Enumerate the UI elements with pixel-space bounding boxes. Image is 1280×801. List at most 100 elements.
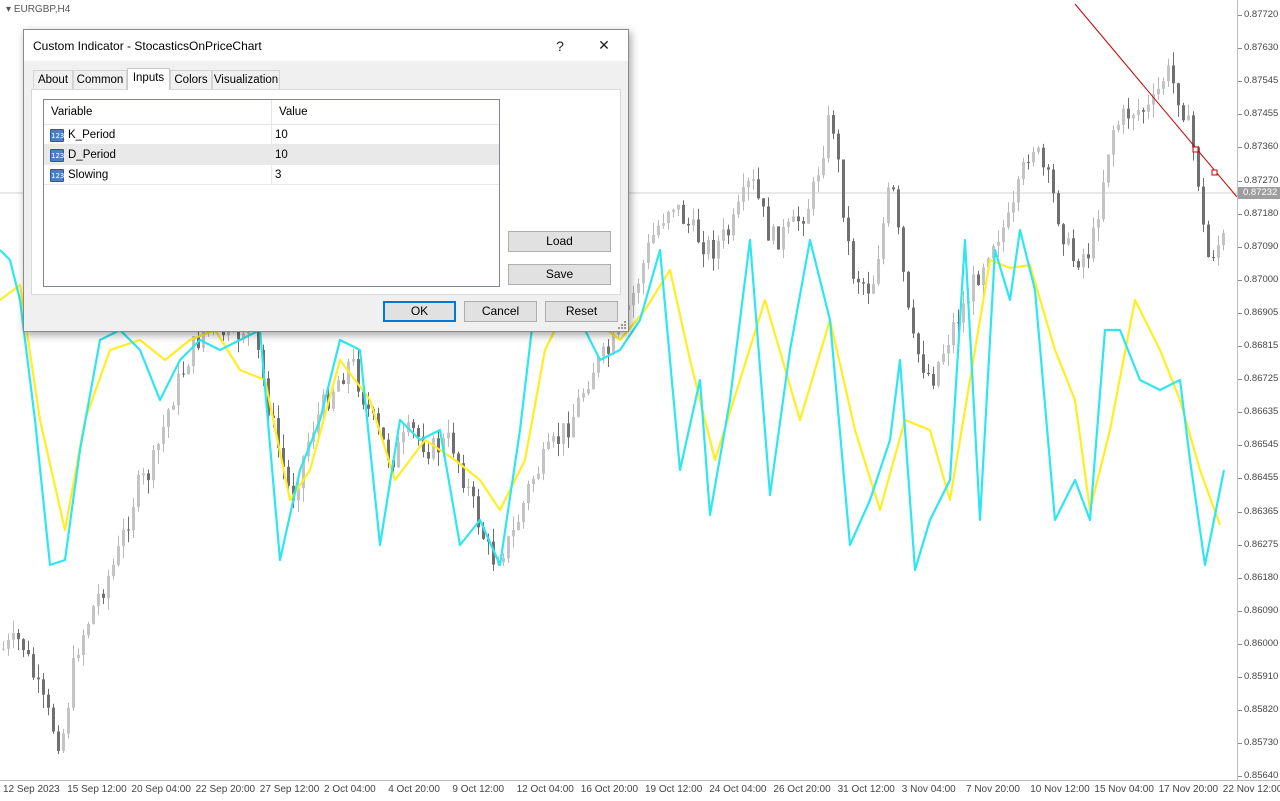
price-tick bbox=[1238, 312, 1242, 314]
candle-body bbox=[707, 239, 710, 255]
candle-body bbox=[557, 436, 560, 444]
tab-inputs[interactable]: Inputs bbox=[127, 68, 170, 90]
value-cell[interactable]: 10 bbox=[271, 125, 499, 145]
candle-body bbox=[397, 442, 400, 468]
candle-body bbox=[827, 115, 830, 159]
candle-body bbox=[897, 189, 900, 228]
input-row-d-period[interactable]: 123 D_Period 10 bbox=[44, 145, 499, 165]
time-axis[interactable]: 12 Sep 2023 15 Sep 12:00 20 Sep 04:00 22 Se… bbox=[0, 780, 1280, 801]
time-label: 26 Oct 20:00 bbox=[773, 784, 831, 795]
candle-body bbox=[862, 282, 865, 284]
price-tick bbox=[1238, 15, 1242, 16]
candle-body bbox=[22, 639, 25, 651]
input-row-k-period[interactable]: 123 K_Period 10 bbox=[44, 125, 499, 145]
value-cell[interactable]: 3 bbox=[271, 165, 499, 185]
price-label: 0.86090 bbox=[1244, 604, 1279, 616]
candle-body bbox=[912, 307, 915, 334]
header-variable[interactable]: Variable bbox=[44, 100, 271, 124]
candle-body bbox=[1077, 261, 1080, 268]
dialog-titlebar[interactable]: Custom Indicator - StocasticsOnPriceChar… bbox=[24, 30, 628, 61]
close-icon: ✕ bbox=[598, 37, 610, 53]
candle-body bbox=[177, 373, 180, 406]
candle-body bbox=[52, 707, 55, 732]
tab-common[interactable]: Common bbox=[73, 70, 127, 89]
candle-body bbox=[632, 292, 635, 306]
time-label: 16 Oct 20:00 bbox=[580, 784, 639, 795]
price-label: 0.85730 bbox=[1244, 737, 1279, 749]
tab-colors[interactable]: Colors bbox=[170, 70, 212, 89]
input-row-slowing[interactable]: 123 Slowing 3 bbox=[44, 165, 499, 185]
candle-body bbox=[352, 359, 355, 362]
candle-body bbox=[562, 423, 565, 444]
price-tick bbox=[1238, 147, 1242, 149]
candle-body bbox=[672, 209, 675, 212]
candle-body bbox=[32, 654, 35, 678]
candle-body bbox=[942, 353, 945, 363]
candle-body bbox=[1177, 83, 1180, 106]
reset-button[interactable]: Reset bbox=[545, 301, 618, 322]
candle-body bbox=[147, 473, 150, 481]
candle-body bbox=[997, 241, 1000, 246]
price-label: 0.86455 bbox=[1244, 472, 1279, 484]
price-label: 0.86000 bbox=[1244, 637, 1279, 649]
candle-body bbox=[337, 380, 340, 392]
candle-body bbox=[507, 536, 510, 559]
candle-body bbox=[1102, 182, 1105, 220]
candle-body bbox=[952, 322, 955, 346]
candle-body bbox=[572, 416, 575, 438]
tab-about[interactable]: About bbox=[33, 70, 73, 89]
candle-body bbox=[172, 405, 175, 410]
integer-type-icon: 123 bbox=[50, 128, 64, 142]
help-button[interactable]: ? bbox=[538, 30, 582, 61]
candle-body bbox=[637, 283, 640, 293]
inputs-panel: Variable Value 123 K_Period 10 123 D_Per… bbox=[31, 89, 621, 295]
price-label: 0.87545 bbox=[1244, 75, 1279, 87]
candle-body bbox=[57, 731, 60, 751]
time-label: 3 Nov 04:00 bbox=[901, 784, 956, 795]
candle-body bbox=[767, 206, 770, 241]
candle-body bbox=[432, 438, 435, 459]
resize-grip-icon[interactable] bbox=[618, 321, 626, 329]
candle-body bbox=[902, 227, 905, 272]
candle-body bbox=[677, 204, 680, 210]
candle-body bbox=[517, 521, 520, 531]
candle-body bbox=[447, 432, 450, 439]
inputs-grid: Variable Value 123 K_Period 10 123 D_Per… bbox=[43, 99, 500, 287]
load-button[interactable]: Load bbox=[508, 231, 611, 252]
price-tick bbox=[1238, 246, 1242, 248]
close-button[interactable]: ✕ bbox=[582, 30, 626, 61]
header-value[interactable]: Value bbox=[271, 100, 499, 124]
value-cell[interactable]: 10 bbox=[271, 145, 499, 165]
candle-body bbox=[777, 226, 780, 250]
candle-body bbox=[1062, 224, 1065, 245]
grid-header: Variable Value bbox=[44, 100, 499, 125]
candle-body bbox=[947, 345, 950, 354]
candle-body bbox=[782, 226, 785, 250]
ok-button[interactable]: OK bbox=[383, 301, 456, 322]
candle-body bbox=[1182, 105, 1185, 121]
cancel-button[interactable]: Cancel bbox=[464, 301, 537, 322]
candle-body bbox=[1087, 254, 1090, 259]
current-price-label: 0.87232 bbox=[1238, 187, 1280, 199]
candle-body bbox=[747, 180, 750, 188]
price-tick bbox=[1238, 379, 1242, 381]
candle-body bbox=[1172, 65, 1175, 84]
candle-body bbox=[1072, 238, 1075, 262]
candle-body bbox=[1047, 167, 1050, 170]
candle-body bbox=[122, 529, 125, 547]
price-axis[interactable]: 0.87720 0.87630 0.87545 0.87455 0.87360 0.872… bbox=[1237, 0, 1280, 781]
price-tick bbox=[1238, 643, 1242, 645]
candle-body bbox=[132, 506, 135, 531]
candle-body bbox=[62, 733, 65, 751]
tab-visualization[interactable]: Visualization bbox=[212, 70, 280, 89]
candle-body bbox=[877, 258, 880, 284]
candle-body bbox=[1132, 114, 1135, 119]
candle-body bbox=[27, 650, 30, 655]
candle-body bbox=[1032, 151, 1035, 163]
candle-body bbox=[1112, 130, 1115, 155]
candle-body bbox=[427, 452, 430, 459]
time-label: 10 Nov 12:00 bbox=[1030, 784, 1090, 795]
save-button[interactable]: Save bbox=[508, 264, 611, 285]
candle-body bbox=[417, 427, 420, 437]
candle-body bbox=[117, 546, 120, 565]
